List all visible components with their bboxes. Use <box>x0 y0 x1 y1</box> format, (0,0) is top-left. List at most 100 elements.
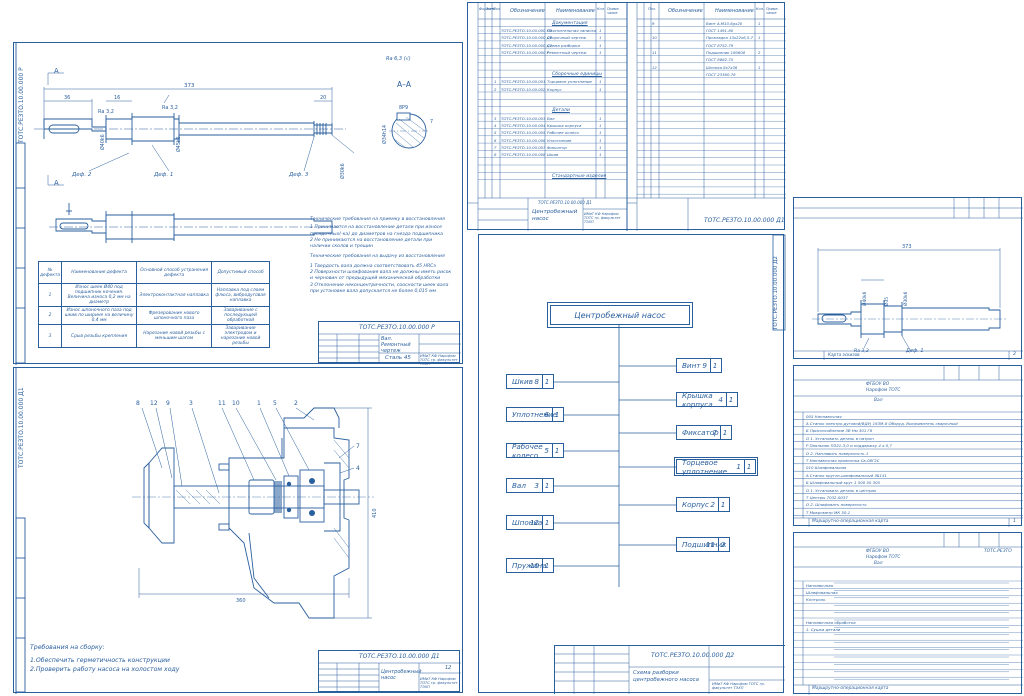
spec-section-title: Документация <box>552 20 588 26</box>
route-row: Наплавочная обработка <box>806 619 856 625</box>
table-cell: Нарезание новой резьбы с меньшим шагом <box>136 324 213 348</box>
title-code: ТОТС.РЕЗТО.10.00.000 Д1 <box>359 653 440 660</box>
route1-part: Вал <box>874 398 883 403</box>
spec-section-title: Сборочные единицы <box>552 71 602 77</box>
table-cell: Заваривание с последующей обработкой <box>211 306 270 325</box>
route2-org: ФГБОУ ВО <box>866 549 890 554</box>
root-node: Центробежный насос <box>547 302 693 328</box>
route-row: Шлифовальная <box>806 589 838 595</box>
spec-qty: 1 <box>599 123 602 128</box>
table-row: 2 Износ шпоночного паза под шкив по шири… <box>37 306 270 325</box>
table-cell: 1 <box>37 283 63 307</box>
spec-pos: 8 <box>494 152 497 158</box>
spec-pos: 10 <box>652 35 657 41</box>
scheme-node: Пружина 10 1 <box>506 558 554 573</box>
spec-name: Торцевое уплотнение <box>547 79 592 85</box>
dim-d30: Ø30k6 <box>339 163 346 179</box>
spec-pos: 6 <box>494 137 497 143</box>
route-row: Б Приспособление 3В Нм 301 Г8 <box>806 428 873 434</box>
table-row: 3 Срыв резьбы крепления Нарезание новой … <box>37 324 270 348</box>
scheme-node-qty: 1 <box>542 375 551 388</box>
title-name: Вал. Ремонтный чертеж <box>381 336 411 354</box>
spec-pos: 2 <box>494 86 497 92</box>
scheme-node-pos: 9 <box>702 361 707 370</box>
section-mark-top: А <box>54 67 59 75</box>
scheme-node-pos: 7 <box>712 428 717 437</box>
table-cell: Фрезерование нового шпоночного паза <box>136 306 213 325</box>
title-org: ИМиТ КФ Нарофом ТОТС гр. факультет ТЭХП <box>420 354 458 366</box>
spec-designation: ТОТС.РЕЗТО.10.00.004 <box>501 123 546 128</box>
spec-name: Вал <box>547 115 555 121</box>
title-block: ТОТС.РЕЗТО.10.00.000 Р Вал. Ремонтный че… <box>318 321 461 366</box>
spec-designation: ТОТС.РЕЗТО.10.00.000 ПЗ <box>501 28 552 34</box>
spec-name: ГОСТ 8882-75 <box>706 57 734 63</box>
dim-overall: 373 <box>184 83 195 89</box>
scheme-node: Шкив 8 1 <box>506 374 554 389</box>
callout-7: 7 <box>356 443 360 450</box>
section-view <box>391 112 427 149</box>
spec-designation: ТОТС.РЕЗТО.10.00.003 <box>501 115 546 121</box>
route-row: А Станок электро-дуговой(ВДУ) 163М-8 Обо… <box>806 420 958 426</box>
spec-pos: 3 <box>494 115 497 121</box>
spec-name: Корпус <box>547 86 562 92</box>
scheme-node-qty: 1 <box>552 408 561 421</box>
scheme-node: Рабочее колесо 5 1 <box>506 442 564 460</box>
root-node-label: Центробежный насос <box>574 310 666 320</box>
spec-qty: 1 <box>599 144 602 150</box>
spec-title-code: ТОТС.РЕЗТО.10.00.000 Д1 <box>538 200 592 205</box>
sketch-dim-d30: Ø30k6 <box>902 291 909 306</box>
spec-qty: 1 <box>599 130 602 136</box>
dim-ra32a: Ra 3,2 <box>98 109 114 115</box>
scheme-node-pos: 2 <box>710 500 715 509</box>
callout-12: 12 <box>150 400 158 407</box>
sketch-defect: Деф. 1 <box>905 348 924 354</box>
defects-table: № дефекта Наименование дефекта Основной … <box>37 261 270 348</box>
dim-16: 16 <box>114 95 120 101</box>
section-dim-key: 8Р9 <box>399 105 408 111</box>
spec-title-org: ИМиТ КФ Нарофом ТОТС гр. факультет ТЭХП <box>584 212 621 224</box>
sheet-repair-drawing: ТОТС.РЕЗТО.10.00.000 Р 373 36 16 20 Ra 3… <box>13 42 463 366</box>
title-org: ИМиТ КФ Нарофом ТОТС гр. факультет ТЭХП <box>712 682 765 690</box>
callout-8: 8 <box>136 400 140 407</box>
scheme-node-label: Шкив <box>512 377 533 386</box>
notes-title: Технические требования на приемку в восс… <box>310 217 445 222</box>
spec-name: Крышка корпуса <box>547 123 582 128</box>
route-row: Наплавочная <box>806 582 833 588</box>
spec-qty: 1 <box>758 64 761 70</box>
dim-d45: Ø45k6 <box>175 136 182 152</box>
callout-9: 9 <box>166 400 170 407</box>
section-dim-d1: Ø34h14 <box>381 125 388 144</box>
scheme-node-pos: 1 <box>736 462 741 471</box>
scheme-node-qty: 1 <box>710 359 719 372</box>
spec-designation: ТОТС.РЕЗТО.10.00.000 Д2 <box>501 42 553 48</box>
spec-qty: 2 <box>758 50 761 55</box>
scheme-node-label: Винт <box>682 361 701 370</box>
route-row: Т Центры 7032-0037 <box>806 494 848 500</box>
scheme-node-qty: 1 <box>542 516 551 529</box>
sheet-route-card-1: ФГБОУ ВО Нарофом ТОТС Вал 005 Наплавочна… <box>793 365 1023 527</box>
defect-1-label: Деф. 1 <box>153 172 173 178</box>
route1-footer: Маршрутно-операционная карта <box>812 519 889 524</box>
sheet-sketch-card: 373 Ø40k6 Ø35 Ø30k6 Ra 3,2 Деф. 1 Карта … <box>793 197 1023 360</box>
section-mark-bottom: А <box>54 179 59 187</box>
spec-qty: 1 <box>599 35 602 41</box>
note-line: Технические требования на выдачу из восс… <box>310 254 445 260</box>
sheet-route-card-2: ФГБОУ ВО Нарофом ТОТС Вал ТОТС.РЕЗТО Нап… <box>793 532 1023 695</box>
scheme-node-pos: 12 <box>529 518 539 527</box>
title-sheet: 12 <box>445 665 452 671</box>
table-row: 1 Износ шеек Ø40 под подшипник кочения. … <box>37 283 270 307</box>
scheme-node: Корпус 2 1 <box>676 497 730 512</box>
header-name: Наименование <box>715 8 754 14</box>
spec-pos: 9 <box>652 20 655 26</box>
spec-title-name: Центробежный насос <box>532 209 578 222</box>
table-header: Основной способ устранения дефекта <box>136 261 213 284</box>
scheme-node-pos: 6 <box>544 410 549 419</box>
note-line: 1 Принимается на восстановление детали п… <box>310 225 442 231</box>
header-designation: Обозначение <box>668 8 703 14</box>
scheme-node-label: Уплотнение <box>512 410 558 419</box>
spec-name: Пояснительная записка <box>547 28 597 34</box>
spec-qty: 1 <box>599 137 602 143</box>
spec-section-title: Стандартные изделия <box>552 173 607 179</box>
table-cell: Износ шпоночного паза под шкив по ширине… <box>61 306 138 325</box>
title-block: ТОТС.РЕЗТО.10.00.000 Д2 Схема разборки ц… <box>554 645 785 694</box>
